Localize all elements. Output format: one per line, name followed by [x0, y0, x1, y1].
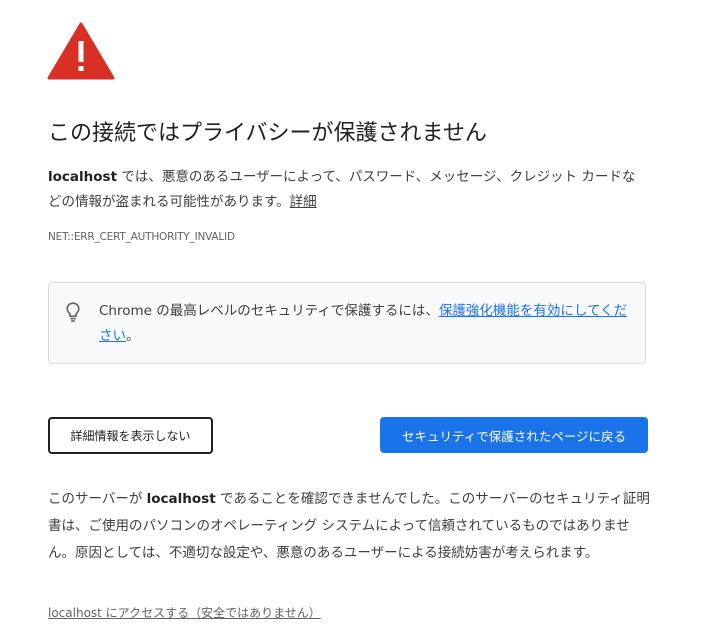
- details-text: このサーバーが localhost であることを確認できませんでした。このサーバ…: [48, 486, 650, 567]
- details-host: localhost: [146, 491, 216, 507]
- hide-details-button[interactable]: 詳細情報を表示しない: [48, 417, 213, 454]
- enhanced-protection-box: Chrome の最高レベルのセキュリティで保護するには、保護強化機能を有効にして…: [48, 282, 646, 364]
- lightbulb-icon: [66, 302, 80, 322]
- details-prefix: このサーバーが: [48, 491, 147, 507]
- intro-text: localhost では、悪意のあるユーザーによって、パスワード、メッセージ、ク…: [48, 165, 648, 215]
- enhanced-protection-text: Chrome の最高レベルのセキュリティで保護するには、保護強化機能を有効にして…: [99, 299, 629, 349]
- page-title: この接続ではプライバシーが保護されません: [48, 121, 487, 146]
- enhanced-protection-prefix: Chrome の最高レベルのセキュリティで保護するには、: [99, 303, 439, 319]
- warning-triangle-icon: [47, 22, 115, 80]
- learn-more-link[interactable]: 詳細: [290, 194, 317, 210]
- back-to-safety-button[interactable]: セキュリティで保護されたページに戻る: [380, 417, 648, 453]
- proceed-unsafe-link[interactable]: localhost にアクセスする（安全ではありません）: [48, 604, 321, 621]
- enhanced-protection-suffix: 。: [126, 328, 140, 344]
- error-code: NET::ERR_CERT_AUTHORITY_INVALID: [48, 231, 235, 243]
- intro-body: では、悪意のあるユーザーによって、パスワード、メッセージ、クレジット カードなど…: [48, 169, 636, 210]
- intro-host: localhost: [48, 169, 118, 185]
